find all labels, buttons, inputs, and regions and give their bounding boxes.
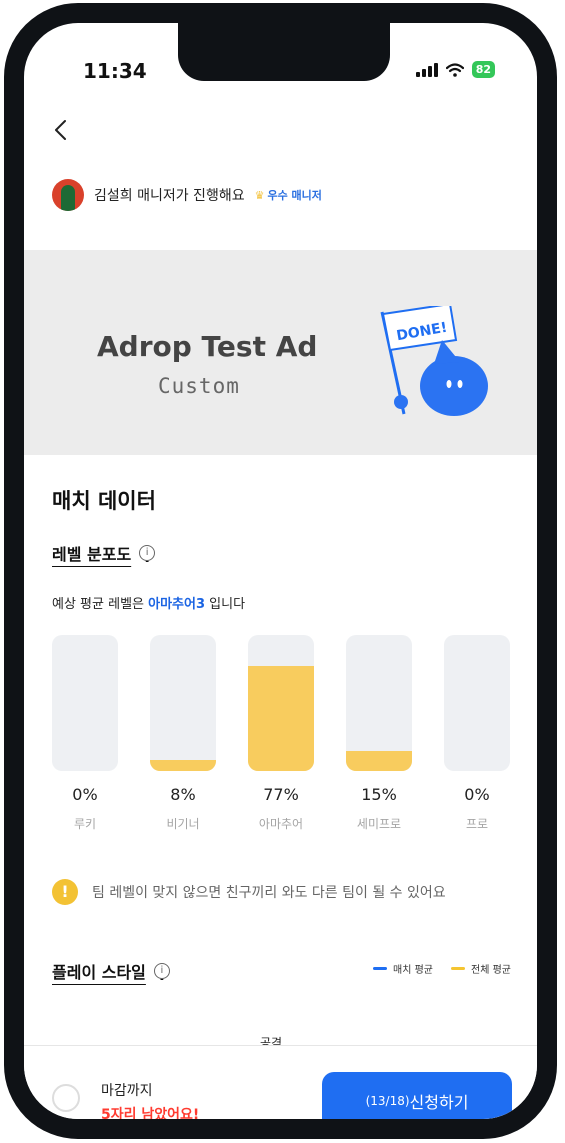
level-desc-suffix: 입니다 xyxy=(205,597,246,612)
bar-track xyxy=(248,635,314,771)
info-icon[interactable]: i xyxy=(153,963,170,979)
play-style-legend: 매치 평균 전체 평균 xyxy=(373,961,511,976)
status-time: 11:34 xyxy=(83,59,147,83)
notch xyxy=(178,23,390,81)
level-distribution-title: 레벨 분포도 i xyxy=(52,541,156,565)
level-desc-highlight: 아마추어3 xyxy=(148,597,206,612)
ad-banner[interactable]: Adrop Test Ad Custom DONE! xyxy=(24,250,537,455)
bar-category-label: 아마추어 xyxy=(258,817,304,831)
bar-category-label: 세미프로 xyxy=(356,817,402,831)
badge-label: 우수 매니저 xyxy=(267,189,322,202)
bar-2 xyxy=(248,666,314,771)
apply-label: 신청하기 xyxy=(409,1093,469,1112)
legend-label: 매치 평균 xyxy=(393,965,434,976)
notice: ! 팀 레벨이 맞지 않으면 친구끼리 와도 다른 팀이 될 수 있어요 xyxy=(52,879,446,905)
play-style-title: 플레이 스타일 i xyxy=(52,959,170,983)
play-style-title-text: 플레이 스타일 xyxy=(52,963,146,982)
bar-category-label: 루키 xyxy=(73,817,97,831)
back-arrow-icon[interactable] xyxy=(50,118,74,142)
info-icon[interactable]: i xyxy=(139,545,156,561)
bar-value-label: 0% xyxy=(464,785,490,804)
legend-item-overall: 전체 평균 xyxy=(451,961,511,976)
banner-subtitle: Custom xyxy=(158,374,240,398)
bar-track xyxy=(444,635,510,771)
apply-count: (13/18) xyxy=(365,1094,410,1108)
phone-frame: 11:34 82 김설희 매니저가 진행해요 ♛ 우수 매니저 Adrop Te… xyxy=(4,3,557,1139)
bar-value-label: 15% xyxy=(361,785,397,804)
seats-left: 5자리 남았어요! xyxy=(101,1107,200,1119)
manager-badge: ♛ 우수 매니저 xyxy=(255,187,322,203)
clock-icon xyxy=(52,1084,80,1112)
bar-category-label: 프로 xyxy=(465,817,489,831)
bar-value-label: 8% xyxy=(170,785,196,804)
notice-text: 팀 레벨이 맞지 않으면 친구끼리 와도 다른 팀이 될 수 있어요 xyxy=(92,885,446,901)
avatar[interactable] xyxy=(52,179,84,211)
crown-icon: ♛ xyxy=(254,188,265,202)
bar-track xyxy=(52,635,118,771)
section-title: 매치 데이터 xyxy=(52,489,156,513)
level-description: 예상 평균 레벨은 아마추어3 입니다 xyxy=(52,593,245,612)
level-desc-prefix: 예상 평균 레벨은 xyxy=(52,597,149,612)
status-icons: 82 xyxy=(415,61,495,78)
screen: 11:34 82 김설희 매니저가 진행해요 ♛ 우수 매니저 Adrop Te… xyxy=(24,23,537,1119)
warning-icon: ! xyxy=(52,879,78,905)
battery-icon: 82 xyxy=(471,61,495,78)
legend-label: 전체 평균 xyxy=(471,965,511,976)
bar-value-label: 77% xyxy=(263,785,299,804)
banner-title: Adrop Test Ad xyxy=(97,330,318,363)
bar-track xyxy=(346,635,412,771)
status-bar: 11:34 82 xyxy=(24,23,537,83)
legend-line xyxy=(373,967,388,970)
manager-text: 김설희 매니저가 진행해요 xyxy=(94,188,245,204)
bottom-bar: 마감까지 5자리 남았어요! (13/18) 신청하기 xyxy=(24,1045,537,1119)
bar-1 xyxy=(150,760,216,771)
level-title-text: 레벨 분포도 xyxy=(52,545,132,564)
apply-button[interactable]: (13/18) 신청하기 xyxy=(322,1072,512,1119)
bar-3 xyxy=(346,751,412,771)
legend-item-match: 매치 평균 xyxy=(373,961,433,976)
done-mascot-icon: DONE! xyxy=(380,306,488,416)
legend-line xyxy=(451,967,466,970)
manager-row: 김설희 매니저가 진행해요 ♛ 우수 매니저 xyxy=(52,179,322,211)
level-distribution-chart: 0% 루키 8% 비기너 77% 아마추어 15% 세미프로 0% 프로 xyxy=(52,635,514,835)
bar-value-label: 0% xyxy=(72,785,98,804)
bar-track xyxy=(150,635,216,771)
signal-icon xyxy=(415,62,438,77)
deadline-label: 마감까지 xyxy=(101,1083,153,1099)
wifi-icon xyxy=(445,62,464,77)
bar-category-label: 비기너 xyxy=(166,817,200,831)
